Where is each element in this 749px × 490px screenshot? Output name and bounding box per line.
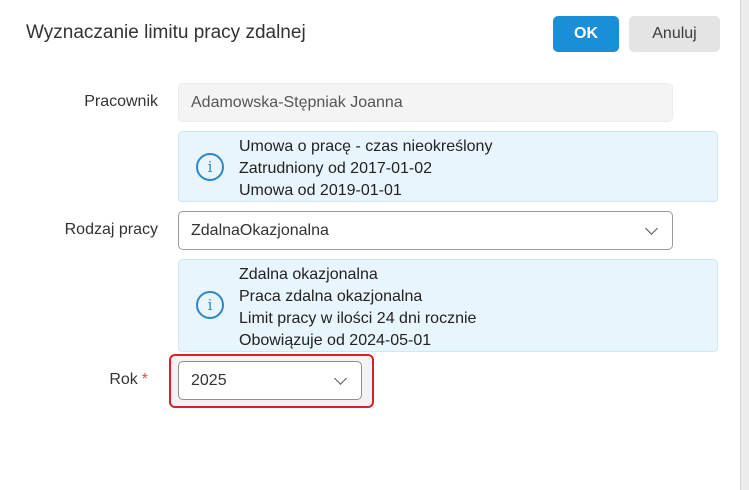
ok-button[interactable]: OK	[553, 16, 619, 52]
year-label: Rok *	[18, 371, 148, 389]
dialog-title: Wyznaczanie limitu pracy zdalnej	[26, 22, 306, 43]
work-type-info-line: Zdalna okazjonalna	[239, 266, 378, 283]
chevron-down-icon	[645, 221, 658, 235]
employment-info-line: Umowa od 2019-01-01	[239, 182, 402, 199]
chevron-down-icon	[334, 371, 347, 385]
year-value: 2025	[191, 371, 227, 389]
year-label-text: Rok	[109, 371, 138, 388]
employee-label: Pracownik	[84, 93, 158, 110]
employee-field: Adamowska-Stępniak Joanna	[178, 83, 673, 122]
info-circle-icon: i	[196, 291, 224, 319]
work-type-select[interactable]: ZdalnaOkazjonalna	[178, 211, 673, 250]
year-select[interactable]: 2025	[178, 361, 362, 400]
employment-info-line: Umowa o pracę - czas nieokreślony	[239, 138, 493, 155]
employment-info-lines: Umowa o pracę - czas nieokreślony Zatrud…	[239, 136, 492, 202]
remote-work-limit-dialog: Wyznaczanie limitu pracy zdalnej OK Anul…	[0, 0, 741, 490]
work-type-label: Rodzaj pracy	[64, 221, 158, 238]
cancel-button[interactable]: Anuluj	[629, 16, 720, 52]
employment-info-box: i Umowa o pracę - czas nieokreślony Zatr…	[178, 131, 718, 202]
employment-info-line: Zatrudniony od 2017-01-02	[239, 160, 433, 177]
work-type-info-line: Praca zdalna okazjonalna	[239, 288, 423, 305]
work-type-value: ZdalnaOkazjonalna	[191, 221, 329, 239]
info-circle-icon: i	[196, 153, 224, 181]
work-type-info-box: i Zdalna okazjonalna Praca zdalna okazjo…	[178, 259, 718, 352]
work-type-info-line: Limit pracy w ilości 24 dni rocznie	[239, 310, 477, 327]
work-type-info-lines: Zdalna okazjonalna Praca zdalna okazjona…	[239, 264, 476, 352]
work-type-info-line: Obowiązuje od 2024-05-01	[239, 332, 432, 349]
required-marker: *	[141, 371, 148, 388]
